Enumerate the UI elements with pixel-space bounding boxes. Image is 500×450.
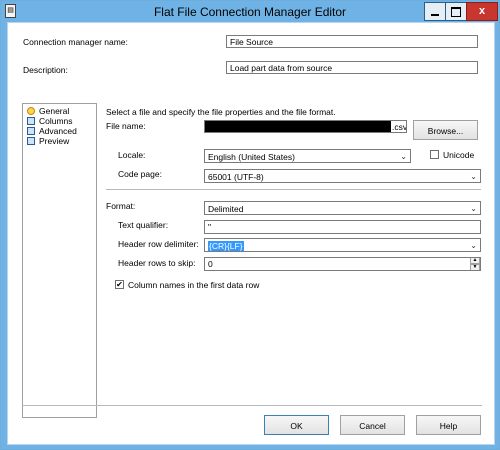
header-row-delimiter-value: {CR}{LF}: [208, 241, 244, 251]
nav-item-label: Preview: [39, 136, 70, 146]
header-row-delimiter-label: Header row delimiter:: [118, 239, 199, 249]
code-page-value: 65001 (UTF-8): [208, 172, 264, 182]
maximize-icon: [451, 7, 461, 17]
locale-select[interactable]: English (United States) ⌄: [204, 149, 411, 163]
maximize-button[interactable]: [445, 2, 467, 21]
general-intro: Select a file and specify the file prope…: [106, 107, 336, 117]
file-name-input[interactable]: .csv: [204, 120, 407, 133]
chevron-down-icon: ⌄: [470, 241, 477, 250]
format-select[interactable]: Delimited ⌄: [204, 201, 481, 215]
spin-down-icon[interactable]: ▼: [470, 264, 480, 270]
spin-up-icon[interactable]: ▲: [470, 258, 480, 264]
description-input[interactable]: Load part data from source: [226, 61, 478, 74]
browse-button[interactable]: Browse...: [413, 120, 478, 140]
minimize-button[interactable]: [424, 2, 446, 21]
checkmark-icon: ✔: [116, 280, 123, 289]
header-rows-spinner[interactable]: ▲ ▼: [470, 258, 480, 270]
text-qualifier-input[interactable]: ": [204, 220, 481, 234]
chevron-down-icon: ⌄: [470, 172, 477, 181]
format-value: Delimited: [208, 204, 244, 214]
format-label: Format:: [106, 201, 136, 211]
column-names-checkbox[interactable]: ✔: [115, 280, 124, 289]
header-rows-to-skip-label: Header rows to skip:: [118, 258, 196, 268]
nav-item-label: General: [39, 106, 70, 116]
dialog-content: Connection manager name: File Source Des…: [7, 22, 495, 445]
nav-item-label: Advanced: [39, 126, 77, 136]
column-names-label: Column names in the first data row: [128, 280, 260, 290]
unicode-checkbox[interactable]: [430, 150, 439, 159]
chevron-down-icon: ⌄: [470, 204, 477, 213]
minimize-icon: [431, 14, 439, 16]
help-button[interactable]: Help: [416, 415, 481, 435]
ok-button[interactable]: OK: [264, 415, 329, 435]
locale-label: Locale:: [118, 150, 146, 160]
code-page-select[interactable]: 65001 (UTF-8) ⌄: [204, 169, 481, 183]
file-extension: .csv: [392, 122, 407, 132]
locale-value: English (United States): [208, 152, 295, 162]
close-button[interactable]: x: [466, 2, 498, 21]
columns-icon: [27, 117, 35, 125]
header-rows-to-skip-input[interactable]: 0 ▲ ▼: [204, 257, 481, 271]
file-name-label: File name:: [106, 121, 146, 131]
header-rows-to-skip-value: 0: [208, 259, 213, 269]
header-row-delimiter-select[interactable]: {CR}{LF} ⌄: [204, 238, 481, 252]
connection-manager-name-label: Connection manager name:: [23, 37, 128, 47]
nav-item-columns[interactable]: Columns: [27, 116, 73, 126]
advanced-icon: [27, 127, 35, 135]
redacted-file-path: [205, 121, 391, 132]
nav-item-general[interactable]: General: [27, 106, 69, 116]
preview-icon: [27, 137, 35, 145]
section-separator: [106, 189, 481, 190]
connection-manager-name-input[interactable]: File Source: [226, 35, 478, 48]
description-label: Description:: [23, 65, 68, 75]
unicode-label: Unicode: [443, 150, 475, 160]
chevron-down-icon: ⌄: [400, 152, 407, 161]
nav-item-label: Columns: [39, 116, 73, 126]
code-page-label: Code page:: [118, 169, 162, 179]
nav-item-preview[interactable]: Preview: [27, 136, 69, 146]
title-bar[interactable]: ▤ Flat File Connection Manager Editor x: [1, 1, 499, 21]
cancel-button[interactable]: Cancel: [340, 415, 405, 435]
general-icon: [27, 107, 35, 115]
text-qualifier-label: Text qualifier:: [118, 220, 169, 230]
nav-panel: General Columns Advanced Preview: [22, 103, 97, 418]
nav-item-advanced[interactable]: Advanced: [27, 126, 77, 136]
footer-separator: [22, 405, 482, 406]
